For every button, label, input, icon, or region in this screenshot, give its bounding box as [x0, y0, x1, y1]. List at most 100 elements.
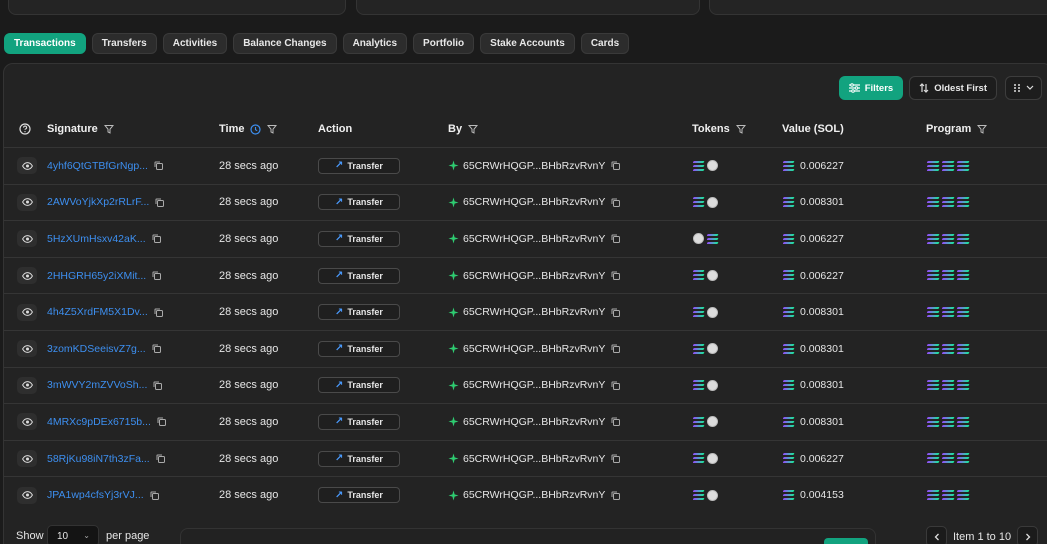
view-details-button[interactable]	[17, 450, 37, 468]
signature-link[interactable]: 5HzXUmHsxv42aK...	[47, 233, 146, 245]
program-icon[interactable]	[926, 306, 940, 318]
program-icon[interactable]	[926, 160, 940, 171]
signer-address-link[interactable]: 65CRWrHQGP...BHbRzvRvnY	[463, 453, 605, 465]
copy-icon[interactable]	[611, 417, 621, 427]
program-icon[interactable]	[956, 380, 970, 391]
program-icon[interactable]	[941, 489, 955, 501]
action-badge[interactable]: ↗ Transfer	[318, 157, 400, 174]
action-badge[interactable]: ↗ Transfer	[318, 487, 400, 504]
copy-icon[interactable]	[611, 198, 621, 207]
tab-transfers[interactable]: Transfers	[91, 33, 157, 54]
program-icon[interactable]	[941, 306, 955, 318]
copy-icon[interactable]	[611, 161, 621, 171]
action-badge[interactable]: ↗ Transfer	[318, 413, 400, 430]
tab-transactions[interactable]: Transactions	[4, 33, 86, 54]
signer-address-link[interactable]: 65CRWrHQGP...BHbRzvRvnY	[463, 160, 605, 172]
copy-icon[interactable]	[611, 234, 621, 244]
signer-address-link[interactable]: 65CRWrHQGP...BHbRzvRvnY	[463, 343, 605, 355]
page-size-select[interactable]: 10 ⌄	[47, 525, 99, 544]
program-icon[interactable]	[956, 270, 970, 281]
copy-icon[interactable]	[152, 344, 161, 354]
copy-icon[interactable]	[154, 308, 163, 317]
prev-page-button[interactable]	[926, 526, 947, 544]
action-badge[interactable]: ↗ Transfer	[318, 450, 400, 467]
signature-link[interactable]: 2AWVoYjkXp2rRLrF...	[47, 196, 149, 208]
program-icon[interactable]	[956, 306, 970, 318]
program-icon[interactable]	[926, 380, 940, 391]
footer-green-button[interactable]	[824, 538, 868, 544]
signature-link[interactable]: 58RjKu98iN7th3zFa...	[47, 453, 150, 465]
program-icon[interactable]	[956, 160, 970, 171]
copy-icon[interactable]	[156, 454, 165, 464]
tab-cards[interactable]: Cards	[580, 33, 630, 54]
program-icon[interactable]	[956, 197, 970, 208]
program-icon[interactable]	[941, 233, 955, 245]
copy-icon[interactable]	[152, 234, 161, 244]
program-icon[interactable]	[956, 453, 970, 464]
signature-link[interactable]: JPA1wp4cfsYj3rVJ...	[47, 489, 144, 501]
copy-icon[interactable]	[152, 271, 162, 281]
copy-icon[interactable]	[155, 198, 165, 207]
copy-icon[interactable]	[611, 344, 621, 354]
tab-analytics[interactable]: Analytics	[342, 33, 408, 54]
program-icon[interactable]	[956, 416, 970, 428]
program-icon[interactable]	[926, 416, 940, 428]
view-details-button[interactable]	[17, 157, 37, 175]
view-details-button[interactable]	[17, 230, 37, 248]
tab-portfolio[interactable]: Portfolio	[413, 33, 475, 54]
filters-button[interactable]: Filters	[838, 76, 904, 100]
copy-icon[interactable]	[611, 308, 621, 317]
signer-address-link[interactable]: 65CRWrHQGP...BHbRzvRvnY	[463, 416, 605, 428]
signature-link[interactable]: 3mWVY2mZVVoSh...	[47, 379, 147, 391]
program-icon[interactable]	[926, 343, 940, 354]
copy-icon[interactable]	[150, 491, 159, 500]
sort-order-button[interactable]: Oldest First	[909, 76, 997, 100]
signature-link[interactable]: 4h4Z5XrdFM5X1Dv...	[47, 306, 148, 318]
program-icon[interactable]	[941, 197, 955, 208]
action-badge[interactable]: ↗ Transfer	[318, 267, 400, 284]
signature-link[interactable]: 4yhf6QtGTBfGrNgp...	[47, 160, 148, 172]
view-details-button[interactable]	[17, 413, 37, 431]
program-icon[interactable]	[926, 270, 940, 281]
action-badge[interactable]: ↗ Transfer	[318, 230, 400, 247]
filter-icon[interactable]	[103, 124, 114, 134]
program-icon[interactable]	[941, 416, 955, 428]
filter-icon[interactable]	[468, 124, 479, 134]
program-icon[interactable]	[941, 380, 955, 391]
program-icon[interactable]	[956, 489, 970, 501]
program-icon[interactable]	[926, 197, 940, 208]
signer-address-link[interactable]: 65CRWrHQGP...BHbRzvRvnY	[463, 306, 605, 318]
filter-icon[interactable]	[267, 124, 278, 134]
action-badge[interactable]: ↗ Transfer	[318, 340, 400, 357]
program-icon[interactable]	[956, 233, 970, 245]
clock-icon[interactable]	[250, 123, 262, 135]
copy-icon[interactable]	[611, 271, 621, 281]
program-icon[interactable]	[926, 453, 940, 464]
filter-icon[interactable]	[977, 124, 988, 134]
action-badge[interactable]: ↗ Transfer	[318, 304, 400, 321]
view-details-button[interactable]	[17, 340, 37, 358]
signer-address-link[interactable]: 65CRWrHQGP...BHbRzvRvnY	[463, 489, 605, 501]
copy-icon[interactable]	[611, 454, 621, 464]
filter-icon[interactable]	[735, 124, 746, 134]
copy-icon[interactable]	[154, 161, 163, 171]
view-details-button[interactable]	[17, 267, 37, 285]
view-details-button[interactable]	[17, 376, 37, 394]
signature-link[interactable]: 3zomKDSeeisvZ7g...	[47, 343, 146, 355]
copy-icon[interactable]	[611, 381, 621, 390]
signer-address-link[interactable]: 65CRWrHQGP...BHbRzvRvnY	[463, 379, 605, 391]
action-badge[interactable]: ↗ Transfer	[318, 377, 400, 394]
column-settings-button[interactable]	[1005, 76, 1042, 100]
signer-address-link[interactable]: 65CRWrHQGP...BHbRzvRvnY	[463, 270, 605, 282]
copy-icon[interactable]	[611, 491, 621, 500]
program-icon[interactable]	[926, 233, 940, 245]
view-details-button[interactable]	[17, 193, 37, 211]
action-badge[interactable]: ↗ Transfer	[318, 194, 400, 211]
program-icon[interactable]	[941, 270, 955, 281]
next-page-button[interactable]	[1017, 526, 1039, 544]
tab-balance-changes[interactable]: Balance Changes	[233, 33, 337, 54]
copy-icon[interactable]	[157, 417, 166, 427]
signer-address-link[interactable]: 65CRWrHQGP...BHbRzvRvnY	[463, 196, 605, 208]
program-icon[interactable]	[956, 343, 970, 354]
help-icon[interactable]	[19, 111, 31, 147]
